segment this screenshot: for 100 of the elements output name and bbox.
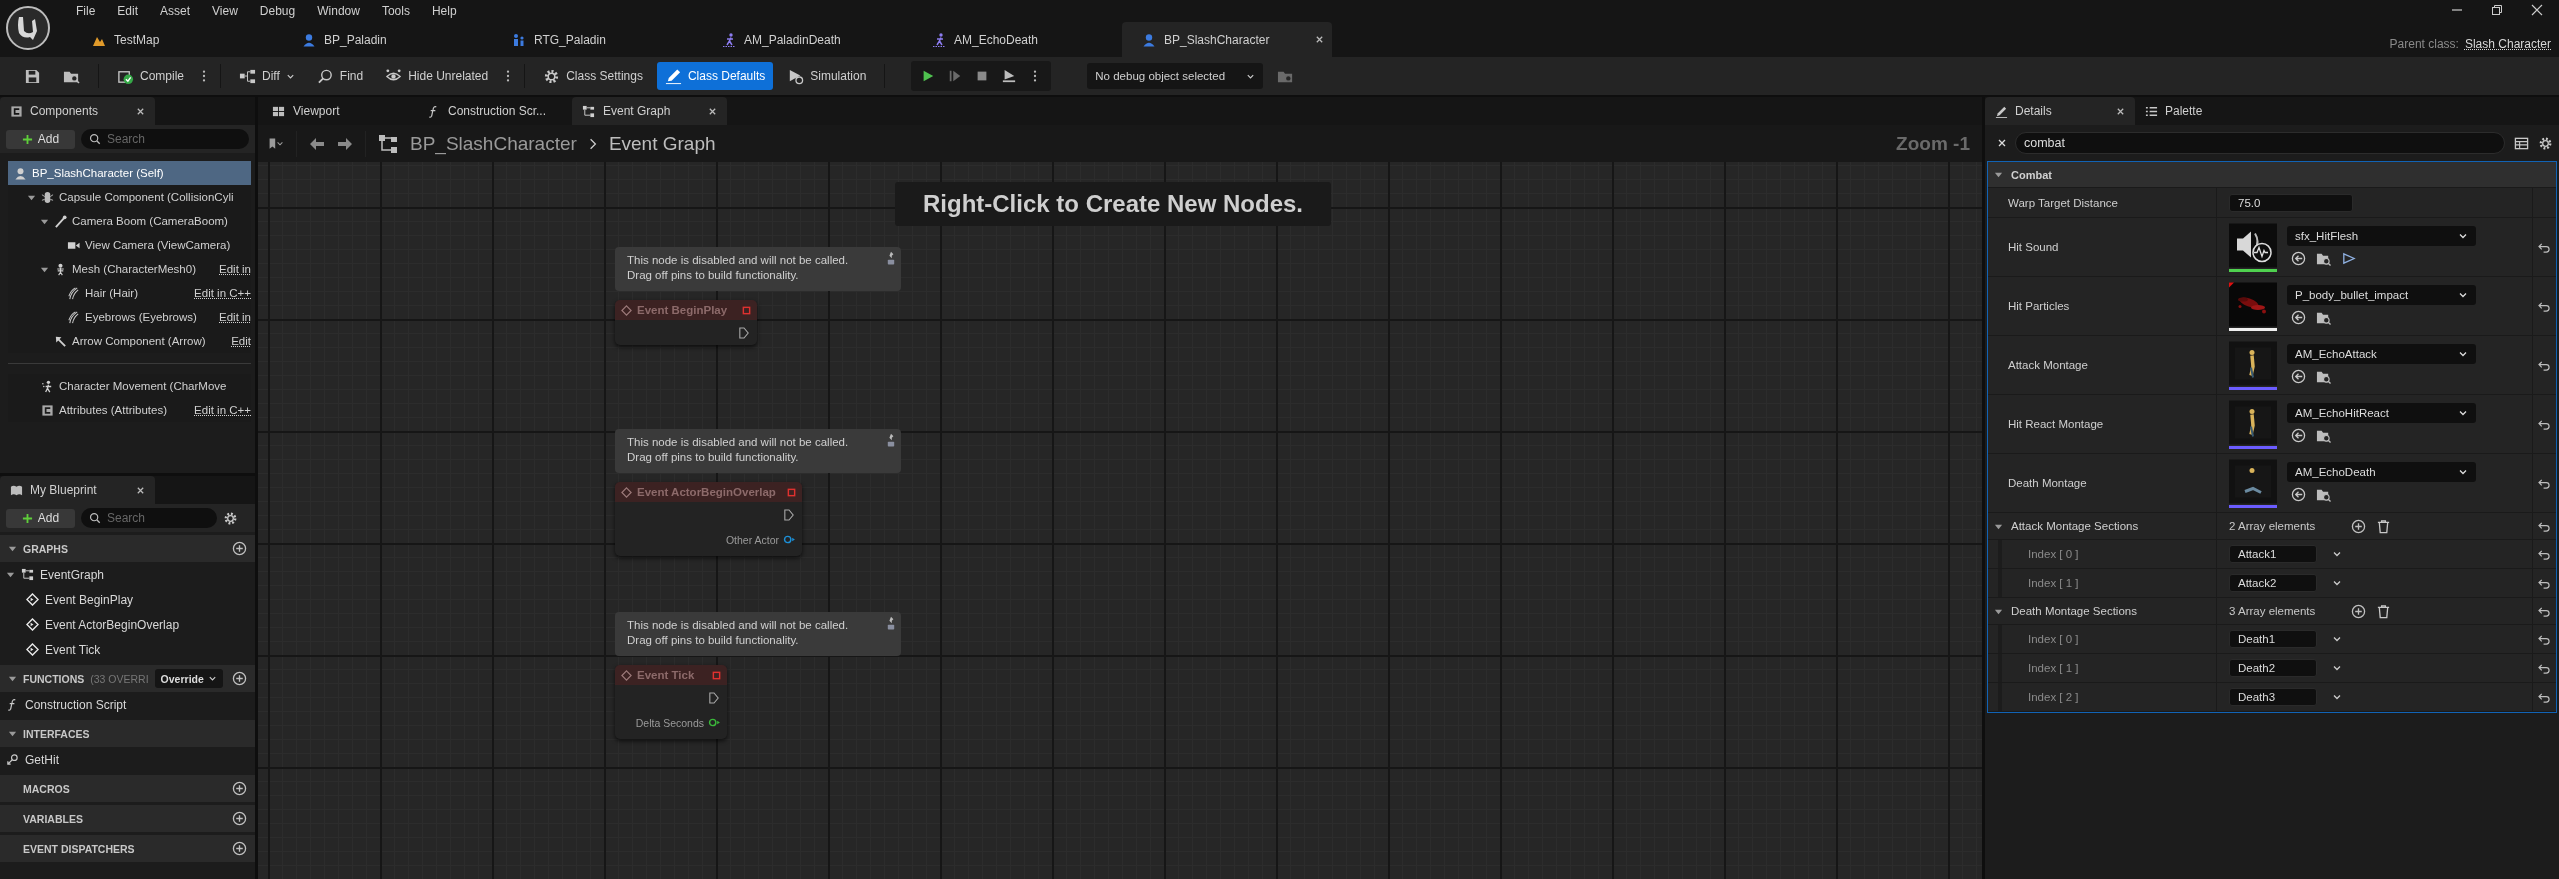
edit-in-cpp-link[interactable]: Edit in C++: [188, 404, 251, 416]
menu-item[interactable]: Asset: [149, 4, 202, 18]
edit-in-cpp-link[interactable]: Edit in C++: [188, 287, 251, 299]
close-icon[interactable]: [2116, 106, 2125, 116]
pin-icon[interactable]: [887, 616, 895, 632]
expand-arrow-icon[interactable]: [8, 544, 17, 553]
editor-tab[interactable]: Viewport: [262, 97, 417, 125]
add-icon[interactable]: [2351, 518, 2367, 534]
settings-icon[interactable]: [223, 510, 238, 526]
asset-dropdown[interactable]: AM_EchoAttack: [2287, 343, 2476, 364]
section-header[interactable]: MACROS: [0, 775, 255, 802]
caret-icon[interactable]: [2332, 634, 2342, 644]
folder-search-icon[interactable]: [2316, 369, 2331, 384]
trash-icon[interactable]: [2376, 518, 2392, 534]
text-field[interactable]: Death3: [2229, 688, 2317, 706]
override-dropdown[interactable]: Override: [154, 669, 223, 688]
reset-icon[interactable]: [2538, 418, 2551, 430]
text-field[interactable]: Death2: [2229, 659, 2317, 677]
close-icon[interactable]: [136, 106, 145, 116]
eject-icon[interactable]: [1002, 69, 1017, 83]
settings-icon[interactable]: [2538, 135, 2553, 151]
asset-dropdown[interactable]: AM_EchoHitReact: [2287, 402, 2476, 423]
add-button[interactable]: Add: [6, 129, 75, 149]
reset-icon[interactable]: [2538, 605, 2551, 617]
save-icon[interactable]: [24, 67, 41, 85]
document-tab[interactable]: TestMap: [72, 22, 282, 57]
menu-item[interactable]: Help: [420, 4, 468, 18]
menu-item[interactable]: Edit: [106, 4, 150, 18]
panel-tab[interactable]: Palette: [2135, 97, 2285, 125]
caret-icon[interactable]: [2332, 549, 2342, 559]
reset-icon[interactable]: [2538, 359, 2551, 371]
reset-icon[interactable]: [2538, 691, 2551, 703]
caret-icon[interactable]: [2332, 578, 2342, 588]
reset-icon[interactable]: [2538, 662, 2551, 674]
text-field[interactable]: Death1: [2229, 630, 2317, 648]
section-header[interactable]: EVENT DISPATCHERS: [0, 835, 255, 862]
reset-icon[interactable]: [2538, 633, 2551, 645]
text-field[interactable]: Attack2: [2229, 574, 2317, 592]
asset-dropdown[interactable]: P_body_bullet_impact: [2287, 284, 2476, 305]
close-icon[interactable]: [708, 106, 717, 116]
blueprint-item[interactable]: EventGraph: [0, 562, 255, 587]
add-icon[interactable]: [232, 541, 247, 556]
add-icon[interactable]: [232, 781, 247, 796]
expand-arrow-icon[interactable]: [6, 570, 15, 579]
expand-arrow-icon[interactable]: [8, 729, 17, 738]
editor-tab[interactable]: Event Graph: [572, 97, 727, 125]
use-selected-icon[interactable]: [2291, 428, 2306, 443]
add-button[interactable]: Add: [6, 508, 75, 528]
toolbar-button[interactable]: Diff: [231, 62, 303, 90]
parent-class-link[interactable]: Slash Character: [2464, 37, 2551, 51]
section-header[interactable]: GRAPHS: [0, 535, 255, 562]
play-icon[interactable]: [2341, 251, 2356, 266]
add-icon[interactable]: [2351, 603, 2367, 619]
use-selected-icon[interactable]: [2291, 251, 2306, 266]
document-tab[interactable]: AM_PaladinDeath: [702, 22, 912, 57]
caret-icon[interactable]: [2332, 663, 2342, 673]
reset-icon[interactable]: [2538, 300, 2551, 312]
logo-icon[interactable]: [5, 5, 51, 51]
use-selected-icon[interactable]: [2291, 369, 2306, 384]
step-icon[interactable]: [948, 69, 963, 83]
edit-in-cpp-link[interactable]: Edit in: [213, 263, 251, 275]
expand-arrow-icon[interactable]: [8, 674, 17, 683]
breadcrumb-item[interactable]: Event Graph: [608, 132, 716, 155]
table-icon[interactable]: [2514, 135, 2529, 151]
asset-dropdown[interactable]: AM_EchoDeath: [2287, 461, 2476, 482]
edit-in-cpp-link[interactable]: Edit: [225, 335, 251, 347]
section-header[interactable]: VARIABLES: [0, 805, 255, 832]
more-icon[interactable]: [506, 69, 511, 83]
breadcrumb-item[interactable]: BP_SlashCharacter: [410, 132, 577, 155]
blueprint-item[interactable]: Construction Script: [0, 692, 255, 717]
document-tab[interactable]: BP_SlashCharacter: [1122, 22, 1332, 57]
search-field[interactable]: Search: [81, 508, 217, 528]
blueprint-item[interactable]: Event BeginPlay: [0, 587, 255, 612]
expand-arrow-icon[interactable]: [1994, 170, 2003, 179]
use-selected-icon[interactable]: [2291, 310, 2306, 325]
blueprint-item[interactable]: Event ActorBeginOverlap: [0, 612, 255, 637]
debug-object-dropdown[interactable]: No debug object selected: [1087, 63, 1264, 89]
menu-item[interactable]: File: [65, 4, 107, 18]
toolbar-button[interactable]: Class Defaults: [656, 62, 774, 90]
use-selected-icon[interactable]: [2291, 487, 2306, 502]
caret-icon[interactable]: [2332, 692, 2342, 702]
search-field[interactable]: combat: [2015, 132, 2505, 154]
section-header[interactable]: INTERFACES: [0, 720, 255, 747]
folder-search-icon[interactable]: [2316, 428, 2331, 443]
editor-tab[interactable]: Construction Scr...: [417, 97, 572, 125]
document-tab[interactable]: RTG_Paladin: [492, 22, 702, 57]
edit-in-cpp-link[interactable]: Edit in: [213, 311, 251, 323]
pin-icon[interactable]: [887, 433, 895, 449]
blueprint-item[interactable]: Event Tick: [0, 637, 255, 662]
trash-icon[interactable]: [2376, 603, 2392, 619]
reset-icon[interactable]: [2538, 241, 2551, 253]
section-header[interactable]: FUNCTIONS (33 OVERRI Override: [0, 665, 255, 692]
panel-tab[interactable]: Details: [1985, 97, 2135, 125]
folder-search-icon[interactable]: [2316, 487, 2331, 502]
category-header[interactable]: Combat: [1988, 162, 2556, 188]
panel-tab[interactable]: My Blueprint: [0, 476, 155, 504]
menu-item[interactable]: Window: [306, 4, 371, 18]
close-icon[interactable]: [1315, 35, 1324, 44]
pin-icon[interactable]: [887, 251, 895, 267]
text-field[interactable]: Attack1: [2229, 545, 2317, 563]
